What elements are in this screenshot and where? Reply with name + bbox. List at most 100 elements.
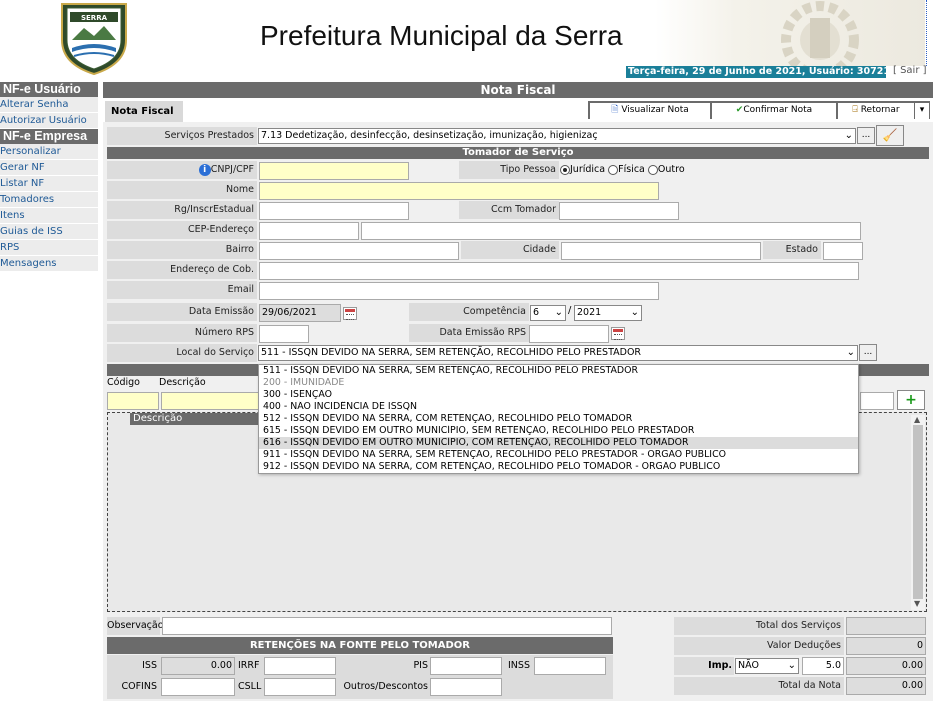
inss-input[interactable]: [534, 657, 606, 675]
total-nota-label: Total da Nota: [674, 677, 844, 695]
dropdown-option[interactable]: 511 - ISSQN DEVIDO NA SERRA, SEM RETENÇÃ…: [259, 365, 858, 377]
bairro-input[interactable]: [259, 242, 459, 260]
rg-input[interactable]: [259, 202, 409, 220]
sidebar-item-tomadores[interactable]: Tomadores: [0, 192, 98, 208]
confirmar-nota-button[interactable]: ✔Confirmar Nota: [712, 103, 836, 119]
sidebar-item-rps[interactable]: RPS: [0, 240, 98, 256]
competencia-label: Competência: [409, 303, 529, 321]
endcob-label: Endereço de Cob.: [107, 261, 257, 279]
itens-scrollbar[interactable]: ▲ ▼: [911, 415, 925, 610]
calendar-icon[interactable]: [611, 327, 625, 340]
sair-link[interactable]: [ Sair ]: [893, 65, 927, 76]
ccm-label: Ccm Tomador: [459, 201, 559, 219]
dropdown-option-highlighted[interactable]: 616 - ISSQN DEVIDO EM OUTRO MUNICÍPIO, C…: [259, 437, 858, 449]
observacao-label: Observação: [107, 617, 164, 635]
nome-label: Nome: [107, 181, 257, 199]
scroll-up-icon[interactable]: ▲: [914, 415, 920, 424]
aliquota-input[interactable]: 5.0: [802, 657, 844, 675]
info-icon[interactable]: i: [198, 163, 211, 176]
radio-outro[interactable]: [647, 164, 658, 175]
local-search-button[interactable]: ...: [859, 344, 877, 361]
irrf-input[interactable]: [264, 657, 336, 675]
sidebar-item-listar-nf[interactable]: Listar NF: [0, 176, 98, 192]
dropdown-option[interactable]: 400 - NÃO INCIDÊNCIA DE ISSQN: [259, 401, 858, 413]
cidade-label: Cidade: [461, 241, 559, 259]
estado-input[interactable]: [823, 242, 863, 260]
dropdown-option: 200 - IMUNIDADE: [263, 377, 345, 388]
competencia-mes-select[interactable]: 6 ⌄: [530, 305, 566, 321]
dropdown-option[interactable]: 512 - ISSQN DEVIDO NA SERRA, COM RETENÇÃ…: [259, 413, 858, 425]
sidebar-item-guias-iss[interactable]: Guias de ISS: [0, 224, 98, 240]
local-label: Local do Serviço: [107, 344, 257, 362]
iss-label: ISS: [142, 660, 157, 671]
cep-label: CEP-Endereço: [107, 221, 257, 239]
descricao-input[interactable]: [161, 392, 259, 410]
calendar-icon[interactable]: [343, 307, 357, 320]
servicos-select[interactable]: 7.13 Dedetização, desinfecção, desinseti…: [258, 128, 856, 144]
form-title: Nota Fiscal: [103, 82, 933, 98]
rg-label: Rg/InscrEstadual: [107, 201, 257, 219]
dropdown-option[interactable]: 300 - ISENÇÃO: [259, 389, 858, 401]
item-value-input[interactable]: [860, 392, 894, 410]
radio-juridica[interactable]: [560, 164, 570, 175]
sidebar-item-gerar-nf[interactable]: Gerar NF: [0, 160, 98, 176]
imp-retido-select[interactable]: NÃO ⌄: [735, 658, 799, 674]
valor-deducoes-input[interactable]: 0: [846, 637, 926, 655]
irrf-label: IRRF: [238, 660, 260, 671]
toolbar-menu-chevron-icon[interactable]: ▾: [915, 103, 929, 119]
endereco-input[interactable]: [361, 222, 861, 240]
numero-rps-input[interactable]: [259, 325, 309, 343]
scroll-down-icon[interactable]: ▼: [914, 599, 920, 608]
local-dropdown-list[interactable]: 511 - ISSQN DEVIDO NA SERRA, SEM RETENÇÃ…: [258, 364, 859, 474]
total-nota-input: 0.00: [846, 677, 926, 695]
imp-retido-total: 0.00: [846, 657, 926, 675]
outros-input[interactable]: [430, 678, 502, 696]
cofins-input[interactable]: [161, 678, 235, 696]
sidebar-item-mensagens[interactable]: Mensagens: [0, 256, 98, 272]
tipo-pessoa-group: Jurídica Física Outro: [560, 161, 860, 179]
radio-fisica[interactable]: [608, 164, 619, 175]
data-rps-input[interactable]: [529, 325, 609, 343]
chevron-down-icon: ⌄: [787, 660, 796, 671]
email-input[interactable]: [259, 282, 659, 300]
bairro-label: Bairro: [107, 241, 257, 259]
dropdown-option[interactable]: 615 - ISSQN DEVIDO EM OUTRO MUNICÍPIO, S…: [259, 425, 858, 437]
cep-input[interactable]: [259, 222, 359, 240]
cofins-label: COFINS: [121, 681, 157, 692]
add-item-plus-icon[interactable]: +: [897, 390, 925, 410]
outros-label: Outros/Descontos: [343, 681, 428, 692]
total-servicos-label: Total dos Serviços: [674, 617, 844, 635]
svg-text:SERRA: SERRA: [81, 14, 108, 22]
clear-eraser-icon[interactable]: 🧹: [876, 125, 904, 146]
data-emissao-input[interactable]: 29/06/2021: [259, 304, 341, 322]
tab-nota-fiscal[interactable]: Nota Fiscal: [105, 101, 183, 122]
cnpj-label: i CNPJ/CPF: [107, 161, 257, 179]
sidebar-item-alterar-senha[interactable]: Alterar Senha: [0, 97, 98, 113]
csll-input[interactable]: [264, 678, 336, 696]
cnpj-input[interactable]: [259, 162, 409, 180]
iss-input[interactable]: 0.00: [161, 657, 235, 675]
retornar-button[interactable]: ⍈ Retornar: [838, 103, 914, 119]
pis-input[interactable]: [430, 657, 502, 675]
sidebar-item-personalizar[interactable]: Personalizar: [0, 144, 98, 160]
endcob-input[interactable]: [259, 262, 859, 280]
ccm-input[interactable]: [559, 202, 679, 220]
competencia-ano-select[interactable]: 2021 ⌄: [574, 305, 642, 321]
visualizar-nota-button[interactable]: 🗎 Visualizar Nota: [590, 103, 710, 119]
dropdown-option[interactable]: 912 - ISSQN DEVIDO NA SERRA, COM RETENÇÃ…: [259, 461, 858, 473]
sidebar-item-itens[interactable]: Itens: [0, 208, 98, 224]
pis-label: PIS: [413, 660, 428, 671]
observacao-input[interactable]: [162, 617, 612, 635]
servicos-search-button[interactable]: ...: [857, 127, 875, 144]
cidade-input[interactable]: [561, 242, 761, 260]
page-title: Prefeitura Municipal da Serra: [260, 20, 623, 51]
page-header: SERRA Prefeitura Municipal da Serra Terç…: [0, 0, 936, 80]
sidebar-item-autorizar-usuario[interactable]: Autorizar Usuário: [0, 113, 98, 129]
codigo-label: Código: [107, 377, 140, 388]
valor-deducoes-label: Valor Deduções: [674, 637, 844, 655]
dropdown-option[interactable]: 911 - ISSQN DEVIDO NA SERRA, SEM RETENÇÃ…: [259, 449, 858, 461]
nome-input[interactable]: [259, 182, 659, 200]
gear-watermark-icon: [655, 0, 925, 66]
local-select[interactable]: 511 - ISSQN DEVIDO NA SERRA, SEM RETENÇÃ…: [258, 345, 858, 361]
codigo-input[interactable]: [107, 392, 159, 410]
